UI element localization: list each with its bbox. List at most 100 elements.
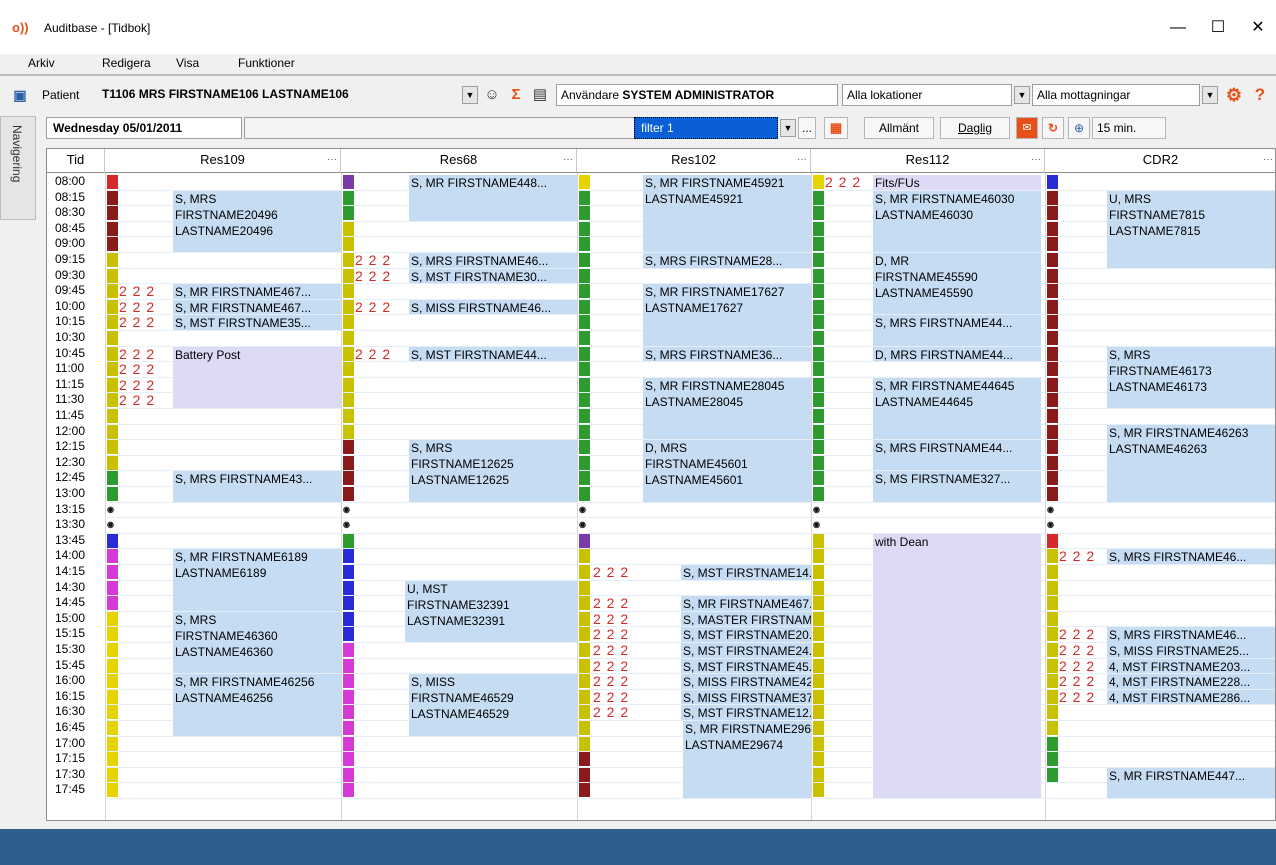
appointment-block[interactable]: 4, MST FIRSTNAME286...: [1107, 689, 1275, 705]
status-badge[interactable]: [343, 424, 354, 439]
refresh-icon[interactable]: ↻: [1042, 117, 1064, 139]
location-dropdown-arrow-icon[interactable]: ▼: [1014, 86, 1030, 104]
status-badge[interactable]: [579, 580, 590, 595]
status-badge[interactable]: [343, 175, 354, 189]
status-badge[interactable]: [813, 362, 824, 377]
status-badge[interactable]: [107, 767, 118, 782]
appointment-block[interactable]: S, MR FIRSTNAME448...: [409, 175, 577, 221]
status-badge[interactable]: [107, 580, 118, 595]
status-badge[interactable]: [107, 253, 118, 267]
status-badge[interactable]: [1047, 377, 1058, 392]
status-badge[interactable]: [107, 424, 118, 439]
status-badge[interactable]: [343, 409, 354, 423]
appointment-block[interactable]: S, MISS FIRSTNAME25...: [1107, 643, 1275, 658]
status-badge[interactable]: [343, 783, 354, 798]
status-badge[interactable]: [1047, 705, 1058, 720]
status-badge[interactable]: [579, 627, 590, 642]
status-badge[interactable]: [1047, 268, 1058, 283]
sigma-icon[interactable]: Σ: [506, 85, 526, 105]
status-badge[interactable]: [813, 253, 824, 267]
status-badge[interactable]: [107, 674, 118, 689]
status-badge[interactable]: [813, 752, 824, 767]
mail-icon[interactable]: ✉: [1016, 117, 1038, 139]
status-badge[interactable]: [1047, 627, 1058, 642]
appointment-block[interactable]: S, MRS FIRSTNAME36...: [643, 346, 811, 362]
appointment-block[interactable]: S, MISS FIRSTNAME46529 LASTNAME46529: [409, 674, 577, 736]
general-button[interactable]: Allmänt: [864, 117, 934, 139]
status-badge[interactable]: [1047, 424, 1058, 439]
status-badge[interactable]: [579, 237, 590, 252]
zoom-icon[interactable]: ⊕: [1068, 117, 1090, 139]
column-header-res112[interactable]: Res112 ···: [811, 149, 1045, 173]
appointment-block[interactable]: Fits/FUs: [873, 175, 1041, 190]
appointment-block[interactable]: S, MST FIRSTNAME20...: [681, 627, 811, 642]
status-badge[interactable]: [813, 549, 824, 564]
status-badge[interactable]: [813, 206, 824, 221]
status-badge[interactable]: [579, 533, 590, 548]
appointment-block[interactable]: S, MRS FIRSTNAME46360 LASTNAME46360: [173, 611, 341, 674]
status-badge[interactable]: [1047, 767, 1058, 782]
menu-visa[interactable]: Visa: [176, 56, 199, 70]
status-badge[interactable]: [1047, 643, 1058, 657]
status-badge[interactable]: [343, 206, 354, 221]
appointment-block[interactable]: S, MR FIRSTNAME44645 LASTNAME44645: [873, 377, 1041, 440]
status-badge[interactable]: [343, 596, 354, 611]
status-badge[interactable]: [107, 284, 118, 299]
status-badge[interactable]: [1047, 487, 1058, 501]
status-badge[interactable]: [1047, 331, 1058, 345]
status-badge[interactable]: [343, 627, 354, 642]
status-badge[interactable]: [579, 299, 590, 314]
status-badge[interactable]: [813, 736, 824, 751]
status-badge[interactable]: [579, 346, 590, 361]
status-badge[interactable]: [579, 471, 590, 486]
appointment-block[interactable]: S, MISS FIRSTNAME37...: [681, 689, 811, 705]
status-badge[interactable]: [813, 190, 824, 205]
status-badge[interactable]: [1047, 721, 1058, 735]
appointment-block[interactable]: S, MST FIRSTNAME35...: [173, 315, 341, 330]
status-badge[interactable]: [107, 658, 118, 673]
status-badge[interactable]: [1047, 315, 1058, 330]
status-badge[interactable]: [107, 721, 118, 735]
status-badge[interactable]: [579, 487, 590, 501]
status-badge[interactable]: [579, 643, 590, 657]
appointment-block[interactable]: S, MR FIRSTNAME46263 LASTNAME46263: [1107, 424, 1275, 502]
menu-redigera[interactable]: Redigera: [102, 56, 151, 70]
column-header-cdr2[interactable]: CDR2 ···: [1045, 149, 1275, 173]
filter-dropdown-arrow-icon[interactable]: ▼: [780, 119, 796, 137]
appointment-block[interactable]: D, MRS FIRSTNAME45601 LASTNAME45601: [643, 440, 811, 502]
status-badge[interactable]: [1047, 596, 1058, 611]
status-badge[interactable]: [579, 736, 590, 751]
appointment-block[interactable]: S, MST FIRSTNAME44...: [409, 346, 577, 362]
status-badge[interactable]: [343, 565, 354, 579]
status-badge[interactable]: [1047, 253, 1058, 267]
list-icon[interactable]: ▤: [530, 85, 550, 105]
status-badge[interactable]: [1047, 362, 1058, 377]
patient-field[interactable]: T1106 MRS FIRSTNAME106 LASTNAME106: [98, 84, 458, 106]
status-badge[interactable]: [813, 315, 824, 330]
status-badge[interactable]: [1047, 206, 1058, 221]
status-badge[interactable]: [1047, 533, 1058, 548]
status-badge[interactable]: [107, 596, 118, 611]
navigation-side-tab[interactable]: Navigering: [0, 116, 36, 220]
status-badge[interactable]: [579, 674, 590, 689]
status-badge[interactable]: [107, 346, 118, 361]
status-badge[interactable]: [107, 175, 118, 189]
status-badge[interactable]: [579, 783, 590, 798]
appointment-block[interactable]: S, MRS FIRSTNAME46...: [409, 253, 577, 268]
status-badge[interactable]: [1047, 549, 1058, 564]
status-badge[interactable]: [813, 455, 824, 470]
status-badge[interactable]: [579, 175, 590, 189]
status-badge[interactable]: [107, 315, 118, 330]
status-badge[interactable]: [813, 440, 824, 455]
status-badge[interactable]: [1047, 299, 1058, 314]
status-badge[interactable]: [813, 284, 824, 299]
status-badge[interactable]: [1047, 190, 1058, 205]
status-badge[interactable]: [343, 487, 354, 501]
status-badge[interactable]: [813, 331, 824, 345]
status-badge[interactable]: [343, 221, 354, 236]
status-badge[interactable]: [813, 721, 824, 735]
status-badge[interactable]: [107, 783, 118, 798]
status-badge[interactable]: [343, 471, 354, 486]
appointment-block[interactable]: U, MRS FIRSTNAME7815 LASTNAME7815: [1107, 190, 1275, 268]
status-badge[interactable]: [579, 362, 590, 377]
